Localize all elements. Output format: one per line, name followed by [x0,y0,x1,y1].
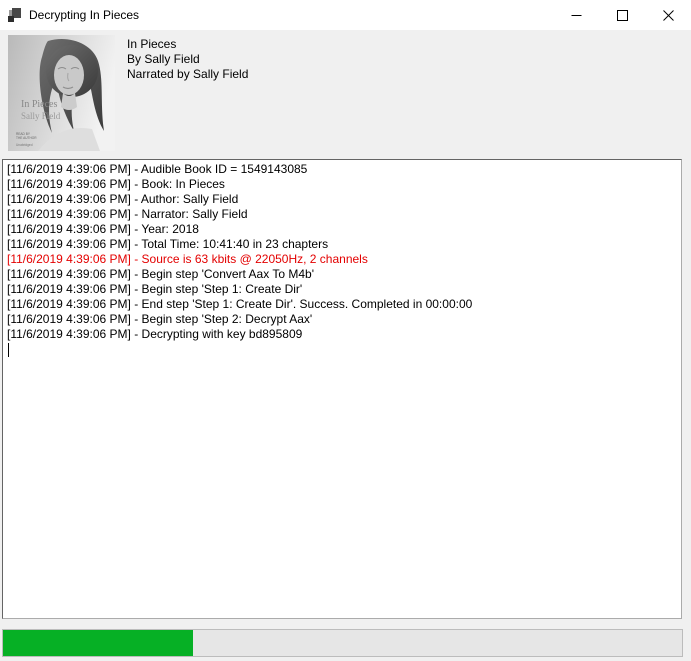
book-cover-image: In Pieces Sally Field READ BY THE AUTHOR… [8,35,115,151]
progress-fill [3,630,193,656]
book-author: By Sally Field [127,52,248,67]
log-line: [11/6/2019 4:39:06 PM] - Audible Book ID… [7,162,677,177]
cover-author-text: Sally Field [21,111,61,121]
log-textbox[interactable]: [11/6/2019 4:39:06 PM] - Audible Book ID… [2,159,682,619]
book-title: In Pieces [127,37,248,52]
cover-title-text: In Pieces [21,99,57,110]
window-title: Decrypting In Pieces [29,8,139,22]
log-line: [11/6/2019 4:39:06 PM] - Total Time: 10:… [7,237,677,252]
titlebar[interactable]: Decrypting In Pieces [0,0,691,30]
cover-readby-line2: THE AUTHOR [16,136,37,140]
minimize-button[interactable] [553,0,599,30]
log-line: [11/6/2019 4:39:06 PM] - Book: In Pieces [7,177,677,192]
minimize-icon [571,10,582,21]
log-line: [11/6/2019 4:39:06 PM] - Begin step 'Ste… [7,282,677,297]
window-controls [553,0,691,30]
app-window: Decrypting In Pieces [0,0,691,661]
book-narrator: Narrated by Sally Field [127,67,248,82]
log-line: [11/6/2019 4:39:06 PM] - Author: Sally F… [7,192,677,207]
log-line: [11/6/2019 4:39:06 PM] - Narrator: Sally… [7,207,677,222]
book-info: In Pieces By Sally Field Narrated by Sal… [127,37,248,82]
log-line: [11/6/2019 4:39:06 PM] - Begin step 'Ste… [7,312,677,327]
progress-bar [2,629,683,657]
log-lines: [11/6/2019 4:39:06 PM] - Audible Book ID… [7,162,677,342]
maximize-button[interactable] [599,0,645,30]
close-button[interactable] [645,0,691,30]
log-line: [11/6/2019 4:39:06 PM] - Year: 2018 [7,222,677,237]
log-line: [11/6/2019 4:39:06 PM] - Decrypting with… [7,327,677,342]
log-line: [11/6/2019 4:39:06 PM] - End step 'Step … [7,297,677,312]
app-icon [7,7,23,23]
cover-edition-text: Unabridged [16,143,33,147]
maximize-icon [617,10,628,21]
log-line: [11/6/2019 4:39:06 PM] - Source is 63 kb… [7,252,677,267]
text-caret [8,343,9,357]
close-icon [663,10,674,21]
log-line: [11/6/2019 4:39:06 PM] - Begin step 'Con… [7,267,677,282]
